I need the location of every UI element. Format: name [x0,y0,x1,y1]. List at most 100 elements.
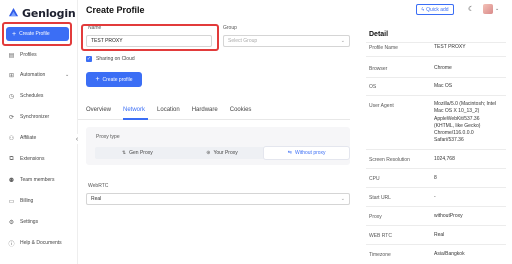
profile-tabs: Overview Network Location Hardware Cooki… [86,107,263,113]
active-tab-indicator [123,118,148,120]
sidebar-item-team-members[interactable]: ⚉ Team members [8,175,55,185]
proxy-type-panel [86,127,350,165]
sidebar-item-label: Team members [20,177,55,183]
sidebar-item-affiliate[interactable]: ⚇ Affiliate [8,133,37,143]
create-profile-button[interactable]: + Create profile [86,72,142,87]
group-label: Group [223,25,237,31]
profiles-icon: ▤ [8,52,15,59]
detail-divider [366,95,506,96]
quick-add-label: Quick add [426,6,449,13]
detail-key: Proxy [369,214,382,220]
detail-value: Mac OS [434,83,453,89]
detail-value: - [434,194,436,200]
create-profile-label: Create profile [102,76,133,83]
detail-divider [366,168,506,169]
sidebar-item-label: Extensions [20,156,45,162]
team-icon: ⚉ [8,177,15,184]
sidebar-item-label: Help & Documents [20,240,62,246]
detail-divider [366,77,506,78]
help-icon: ⓘ [8,241,15,248]
page-title: Create Profile [86,5,145,15]
settings-icon: ⚙ [8,219,15,226]
sharing-on-cloud-row[interactable]: ✓ Sharing on Cloud [86,56,135,62]
detail-key: Timezone [369,252,391,258]
detail-value: 8 [434,175,437,181]
affiliate-icon: ⚇ [8,135,15,142]
proxy-option-label: Without proxy [294,150,326,156]
proxy-option-without-proxy[interactable]: ⇋ Without proxy [264,147,350,159]
detail-value: TEST PROXY [434,44,466,50]
detail-key: CPU [369,176,380,182]
detail-divider [366,149,506,150]
sidebar-item-label: Settings [20,219,39,225]
app-name: Genlogin [22,6,76,20]
tab-network[interactable]: Network [123,107,145,113]
detail-title: Detail [369,31,389,38]
detail-divider [366,42,506,43]
sidebar-item-settings[interactable]: ⚙ Settings [8,217,38,227]
billing-icon: ▭ [8,198,15,205]
dark-mode-moon-icon[interactable]: ☾ [468,5,474,13]
synchronizer-icon: ⟳ [8,114,15,121]
sidebar-item-label: Profiles [20,52,37,58]
chevron-down-icon: ⌄ [65,72,70,78]
proxy-option-label: Gen Proxy [129,150,153,156]
sidebar-item-help[interactable]: ⓘ Help & Documents [8,238,62,248]
avatar[interactable] [483,4,493,14]
webrtc-select[interactable]: Real ⌄ [86,193,350,205]
sidebar-item-label: Schedules [20,93,44,99]
tab-location[interactable]: Location [157,107,180,113]
tab-hardware[interactable]: Hardware [192,107,218,113]
detail-divider [366,187,506,188]
chevron-down-icon[interactable]: ⌄ [495,6,499,12]
sidebar-item-extensions[interactable]: ⧉ Extensions [8,154,44,164]
detail-divider [366,56,506,57]
highlight-box-create-profile [2,22,72,46]
detail-key: WEB RTC [369,233,392,239]
detail-value: 1024,768 [434,156,455,162]
sidebar-item-profiles[interactable]: ▤ Profiles [8,50,37,60]
sidebar-item-label: Affiliate [20,135,37,141]
group-placeholder: Select Group [228,38,258,44]
sidebar-item-schedules[interactable]: ◷ Schedules [8,91,43,101]
detail-divider [366,225,506,226]
sidebar-item-label: Synchronizer [20,114,50,120]
tab-cookies[interactable]: Cookies [230,107,252,113]
detail-divider [366,244,506,245]
proxy-type-label: Proxy type [96,134,120,140]
sidebar-item-synchronizer[interactable]: ⟳ Synchronizer [8,112,49,122]
gen-proxy-icon: ⇅ [121,150,127,156]
no-proxy-icon: ⇋ [287,150,292,156]
main-content: Create Profile Name TEST PROXY Group Sel… [78,0,358,264]
chevron-down-icon: ⌄ [340,38,345,44]
tab-overview[interactable]: Overview [86,107,111,113]
detail-value: Real [434,232,445,238]
proxy-option-gen-proxy[interactable]: ⇅ Gen Proxy [95,147,180,159]
detail-key: Screen Resolution [369,157,410,163]
tab-divider [78,119,350,120]
detail-key: OS [369,84,377,90]
proxy-type-segmented-control: ⇅ Gen Proxy ⊕ Your Proxy ⇋ Without proxy [95,147,350,159]
sharing-checkbox[interactable]: ✓ [86,56,92,62]
proxy-option-label: Your Proxy [213,150,238,156]
quick-add-button[interactable]: ϟ Quick add [416,4,454,15]
webrtc-value: Real [91,196,102,202]
group-select[interactable]: Select Group ⌄ [223,35,350,47]
extensions-icon: ⧉ [9,155,14,162]
sidebar-item-automation[interactable]: ⊞ Automation ⌄ [8,70,74,80]
detail-key: Profile Name [369,45,398,51]
app-logo[interactable]: Genlogin [8,5,76,21]
proxy-option-your-proxy[interactable]: ⊕ Your Proxy [180,147,265,159]
webrtc-label: WebRTC [88,183,109,189]
detail-key: Browser [369,66,388,72]
lightning-icon: ϟ [421,6,425,13]
detail-panel: ϟ Quick add ☾ ⌄ Detail Profile Name TEST… [358,0,512,264]
detail-key: Start URL [369,195,391,201]
globe-icon: ⊕ [206,150,211,156]
genlogin-logo-icon [8,7,19,16]
sidebar-item-billing[interactable]: ▭ Billing [8,196,34,206]
detail-value: Asia/Bangkok [434,251,465,257]
detail-value: Chrome [434,65,452,71]
schedules-icon: ◷ [8,93,15,100]
sidebar: Genlogin + Create Profile ▤ Profiles ⊞ A… [0,0,78,264]
